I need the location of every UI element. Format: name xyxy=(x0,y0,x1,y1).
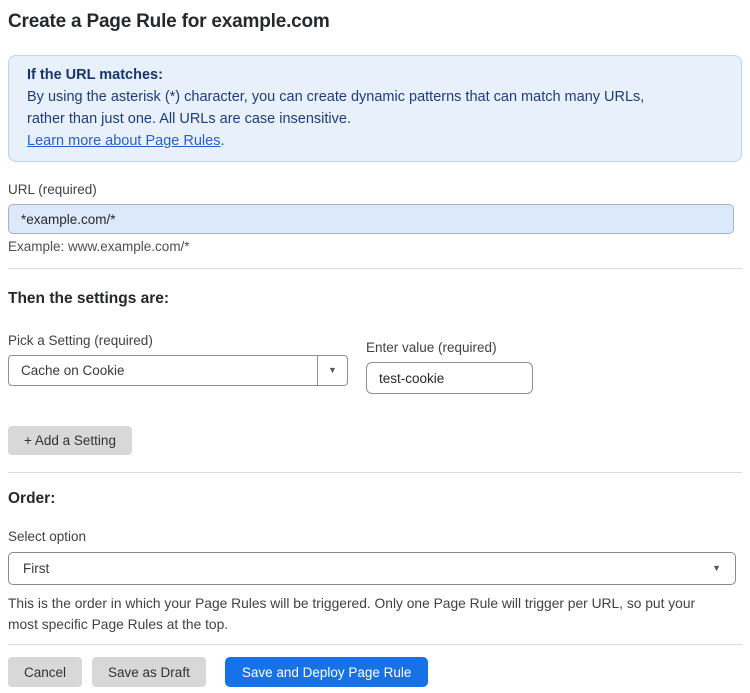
url-input[interactable] xyxy=(8,204,734,234)
divider xyxy=(8,644,742,645)
order-section-heading: Order: xyxy=(8,490,56,507)
cancel-button[interactable]: Cancel xyxy=(8,657,83,687)
setting-picker-caret-button[interactable]: ▼ xyxy=(317,356,347,385)
setting-value-input[interactable] xyxy=(366,362,533,394)
setting-picker-label: Pick a Setting (required) xyxy=(8,333,153,348)
setting-picker-selected-value: Cache on Cookie xyxy=(21,363,125,378)
info-box-text-line: rather than just one. All URLs are case … xyxy=(27,111,351,127)
url-match-info-box: If the URL matches: By using the asteris… xyxy=(8,55,742,162)
divider xyxy=(8,472,742,473)
order-helper-line: This is the order in which your Page Rul… xyxy=(8,596,696,611)
setting-value-group: Enter value (required) xyxy=(366,340,533,394)
setting-value-label: Enter value (required) xyxy=(366,340,497,355)
chevron-down-icon: ▼ xyxy=(712,563,721,573)
info-box-text-line: By using the asterisk (*) character, you… xyxy=(27,89,645,105)
url-example-helper: Example: www.example.com/* xyxy=(8,239,190,254)
add-setting-button[interactable]: + Add a Setting xyxy=(8,426,132,455)
page-title: Create a Page Rule for example.com xyxy=(8,11,330,32)
setting-picker-dropdown[interactable]: Cache on Cookie ▼ xyxy=(8,355,348,386)
chevron-down-icon: ▼ xyxy=(328,365,337,375)
order-helper-text: This is the order in which your Page Rul… xyxy=(8,593,742,635)
link-suffix: . xyxy=(220,133,225,149)
order-select-dropdown[interactable]: First ▼ xyxy=(8,552,736,585)
page-rule-form: Create a Page Rule for example.com If th… xyxy=(0,0,750,687)
divider xyxy=(8,268,742,269)
save-as-draft-button[interactable]: Save as Draft xyxy=(92,657,206,687)
info-box-heading: If the URL matches: xyxy=(27,67,163,83)
url-field-label: URL (required) xyxy=(8,182,97,197)
save-and-deploy-button[interactable]: Save and Deploy Page Rule xyxy=(224,657,429,687)
learn-more-link[interactable]: Learn more about Page Rules xyxy=(27,133,220,149)
order-selected-value: First xyxy=(23,561,50,576)
settings-row: Pick a Setting (required) Cache on Cooki… xyxy=(8,333,742,394)
order-helper-line: most specific Page Rules at the top. xyxy=(8,617,229,632)
footer-button-row: Cancel Save as Draft Save and Deploy Pag… xyxy=(8,657,742,687)
order-select-label: Select option xyxy=(8,529,87,544)
setting-picker-group: Pick a Setting (required) Cache on Cooki… xyxy=(8,333,348,386)
info-link-line: Learn more about Page Rules. xyxy=(27,130,723,152)
settings-section-heading: Then the settings are: xyxy=(8,290,170,307)
